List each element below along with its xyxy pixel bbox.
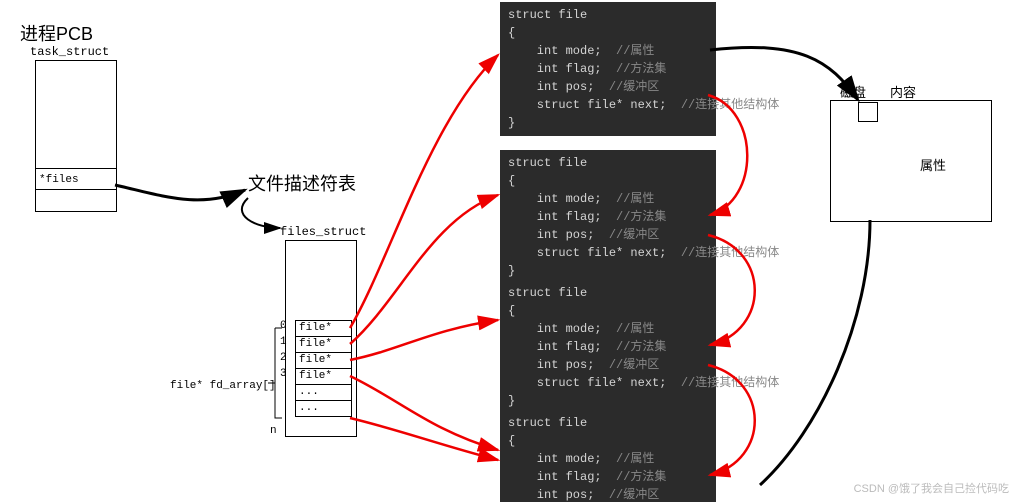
fd-cell-4: ... bbox=[296, 384, 351, 400]
pcb-files-field: *files bbox=[35, 168, 117, 190]
struct-file-2: struct file { int mode; //属性 int flag; /… bbox=[500, 150, 716, 284]
fd-idx-1: 1 bbox=[280, 336, 287, 348]
pcb-title: 进程PCB bbox=[20, 20, 93, 46]
struct-file-4: struct file { int mode; //属性 int flag; /… bbox=[500, 410, 716, 502]
fd-cell-0: file* bbox=[296, 321, 351, 336]
fd-cell-2: file* bbox=[296, 352, 351, 368]
attr-label: 属性 bbox=[920, 155, 946, 174]
fd-idx-0: 0 bbox=[280, 320, 287, 332]
fd-idx-3: 3 bbox=[280, 368, 287, 380]
fdtable-subtitle: files_struct bbox=[280, 225, 366, 239]
disk-label: 磁盘 bbox=[840, 82, 866, 101]
fd-cell-1: file* bbox=[296, 336, 351, 352]
fd-idx-2: 2 bbox=[280, 352, 287, 364]
fd-idx-n: n bbox=[270, 425, 277, 437]
struct-file-3: struct file { int mode; //属性 int flag; /… bbox=[500, 280, 716, 414]
pcb-subtitle: task_struct bbox=[30, 45, 109, 59]
disk-small-box bbox=[858, 102, 878, 122]
fd-cell-3: file* bbox=[296, 368, 351, 384]
struct-file-1: struct file { int mode; //属性 int flag; /… bbox=[500, 2, 716, 136]
fd-array-label: file* fd_array[] bbox=[170, 380, 276, 392]
watermark: CSDN @饿了我会自己捡代码吃 bbox=[854, 480, 1009, 496]
fd-cell-5: ... bbox=[296, 400, 351, 416]
pcb-files-text: *files bbox=[36, 174, 79, 186]
disk-big-box bbox=[830, 100, 992, 222]
fdtable-title: 文件描述符表 bbox=[248, 170, 356, 196]
content-label: 内容 bbox=[890, 82, 916, 101]
